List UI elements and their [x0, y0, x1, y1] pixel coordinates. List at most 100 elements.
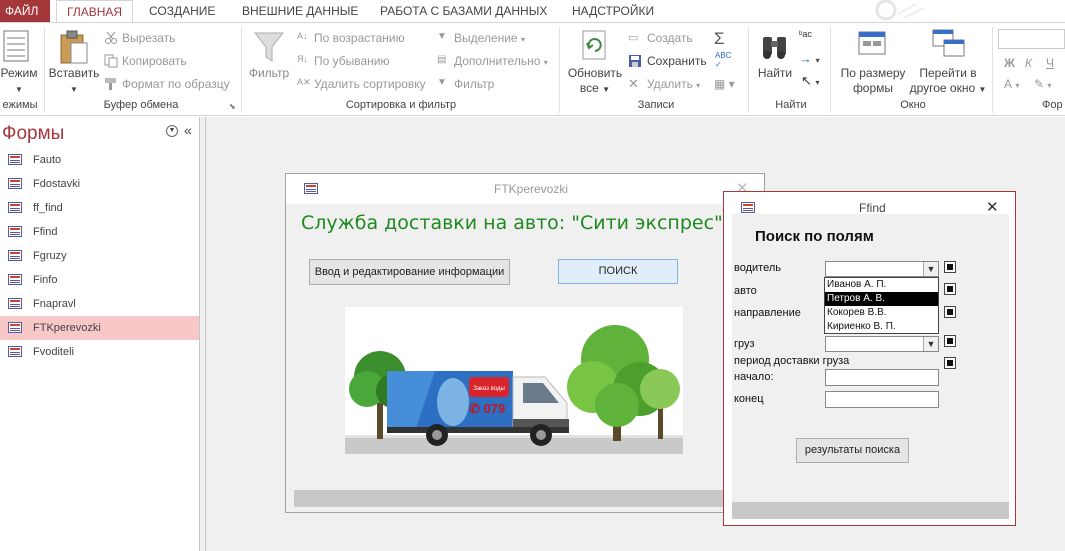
spelling-icon[interactable]: ABC ✓: [715, 51, 731, 69]
driver-checkbox[interactable]: [944, 261, 956, 273]
size-to-fit-line2: формы: [852, 81, 894, 95]
end-date-field[interactable]: [825, 391, 939, 408]
advanced-filter-icon: ▤: [437, 54, 447, 65]
nav-pane-menu-icon[interactable]: ▼: [166, 125, 178, 137]
period-checkbox[interactable]: [944, 357, 956, 369]
tab-addins[interactable]: НАДСТРОЙКИ: [572, 0, 654, 22]
totals-icon[interactable]: Σ: [714, 29, 725, 49]
end-date-label: конец: [734, 393, 764, 405]
tab-home[interactable]: ГЛАВНАЯ: [56, 0, 134, 23]
paste-button[interactable]: Вставить ▼: [48, 66, 100, 97]
highlight-icon[interactable]: ✎ ▾: [1034, 77, 1051, 91]
italic-button[interactable]: К: [1025, 56, 1032, 70]
bold-button[interactable]: Ж: [1004, 56, 1015, 70]
form-icon: [8, 250, 22, 261]
view-button[interactable]: Режим ▼: [0, 66, 38, 97]
nav-item-ffind[interactable]: Ffind: [0, 220, 199, 244]
toggle-filter-button[interactable]: Фильтр: [454, 77, 494, 91]
find-button[interactable]: Найти: [754, 66, 796, 81]
sort-ascending-button[interactable]: По возрастанию: [314, 31, 405, 45]
group-find-label: Найти: [775, 99, 807, 111]
form-icon: [8, 298, 22, 309]
refresh-all-button[interactable]: Обновить все ▼: [563, 66, 627, 97]
form-icon: [8, 154, 22, 165]
sort-descending-icon: Я↓: [297, 54, 308, 64]
start-date-field[interactable]: [825, 369, 939, 386]
nav-item-label: FTKperevozki: [33, 322, 101, 334]
tab-database-tools[interactable]: РАБОТА С БАЗАМИ ДАННЫХ: [380, 0, 547, 22]
nav-pane-title[interactable]: Формы: [2, 123, 64, 145]
more-records-icon[interactable]: ▦ ▾: [714, 77, 735, 91]
chevron-down-icon[interactable]: ▼: [923, 337, 938, 351]
copy-icon: [104, 54, 118, 68]
nav-item-fgruzy[interactable]: Fgruzy: [0, 244, 199, 268]
filter-button[interactable]: Фильтр: [246, 66, 292, 81]
format-painter-button[interactable]: Формат по образцу: [122, 77, 230, 91]
cargo-combo[interactable]: ▼: [825, 336, 939, 352]
dropdown-option[interactable]: Иванов А. П.: [825, 278, 938, 292]
font-name-box[interactable]: [998, 29, 1065, 49]
nav-item-ftkperevozki[interactable]: FTKperevozki: [0, 316, 199, 340]
search-button[interactable]: ПОИСК: [558, 259, 678, 284]
sort-ascending-icon: A↓: [297, 31, 308, 41]
chevron-down-icon: ▼: [15, 85, 23, 94]
nav-item-label: Fauto: [33, 154, 62, 166]
select-cursor-icon[interactable]: ↖ ▾: [801, 73, 820, 89]
period-label: период доставки груза: [734, 355, 850, 367]
remove-sort-button[interactable]: Удалить сортировку: [314, 77, 426, 91]
sort-descending-button[interactable]: По убыванию: [314, 54, 390, 68]
underline-button[interactable]: Ч: [1046, 56, 1054, 70]
dialog-launcher-icon[interactable]: ⬊: [229, 102, 236, 111]
edit-info-button[interactable]: Ввод и редактирование информации: [309, 259, 510, 285]
group-sort-filter-label: Сортировка и фильтр: [345, 99, 457, 111]
view-icon: [3, 30, 29, 62]
find-form-body: Поиск по полям водитель ▼ авто направлен…: [732, 214, 1009, 519]
nav-item-fnapravl[interactable]: Fnapravl: [0, 292, 199, 316]
font-color-button[interactable]: А ▾: [1004, 77, 1019, 91]
driver-combo[interactable]: ▼: [825, 261, 939, 277]
goto-icon[interactable]: → ▾: [799, 51, 820, 66]
advanced-filter-button[interactable]: Дополнительно ▾: [454, 54, 548, 68]
auto-checkbox[interactable]: [944, 283, 956, 295]
search-results-button[interactable]: результаты поиска: [796, 438, 909, 463]
nav-item-fdostavki[interactable]: Fdostavki: [0, 172, 199, 196]
tab-file[interactable]: ФАЙЛ: [0, 0, 50, 22]
dropdown-option[interactable]: Кириенко В. П.: [825, 320, 938, 334]
group-separator: [44, 27, 45, 113]
chevron-down-icon[interactable]: ▼: [923, 262, 938, 276]
save-record-button[interactable]: Сохранить: [647, 54, 707, 68]
truck-number-text: 079: [484, 401, 506, 416]
selection-button[interactable]: Выделение ▾: [454, 31, 525, 45]
form-icon: [8, 322, 22, 333]
replace-icon[interactable]: ᵇac: [799, 29, 812, 39]
group-separator: [559, 27, 560, 113]
direction-checkbox[interactable]: [944, 306, 956, 318]
cargo-checkbox[interactable]: [944, 335, 956, 347]
switch-windows-button[interactable]: Перейти в другое окно ▼: [906, 66, 990, 97]
nav-item-ff-find[interactable]: ff_find: [0, 196, 199, 220]
cut-button[interactable]: Вырезать: [122, 31, 175, 45]
tab-create[interactable]: СОЗДАНИЕ: [149, 0, 215, 22]
dropdown-option-highlighted[interactable]: Петров А. В.: [825, 292, 938, 306]
nav-item-fauto[interactable]: Fauto: [0, 148, 199, 172]
new-record-button[interactable]: Создать: [647, 31, 693, 45]
size-to-fit-button[interactable]: По размеру формы: [836, 66, 910, 96]
chevron-down-icon: ▼: [602, 85, 611, 94]
font-color-button-label: А: [1004, 77, 1013, 91]
truck-illustration: Заказ воды ✆ 079: [345, 325, 683, 454]
group-clipboard-label: Буфер обмена: [103, 99, 179, 111]
form-titlebar[interactable]: FTKperevozki ✕: [286, 174, 764, 204]
tab-external-data[interactable]: ВНЕШНИЕ ДАННЫЕ: [242, 0, 358, 22]
nav-pane-collapse-icon[interactable]: «: [184, 122, 192, 138]
view-button-label: Режим: [0, 66, 38, 80]
nav-item-finfo[interactable]: Finfo: [0, 268, 199, 292]
nav-item-fvoditeli[interactable]: Fvoditeli: [0, 340, 199, 364]
ribbon-watermark-icon: [875, 0, 925, 21]
delete-record-button[interactable]: Удалить ▾: [647, 77, 700, 91]
chevron-down-icon: ▼: [978, 85, 987, 94]
driver-label: водитель: [734, 262, 781, 274]
copy-button[interactable]: Копировать: [122, 54, 187, 68]
switch-windows-icon: [932, 29, 965, 57]
dropdown-option[interactable]: Кокорев В.В.: [825, 306, 938, 320]
start-date-label: начало:: [734, 371, 774, 383]
